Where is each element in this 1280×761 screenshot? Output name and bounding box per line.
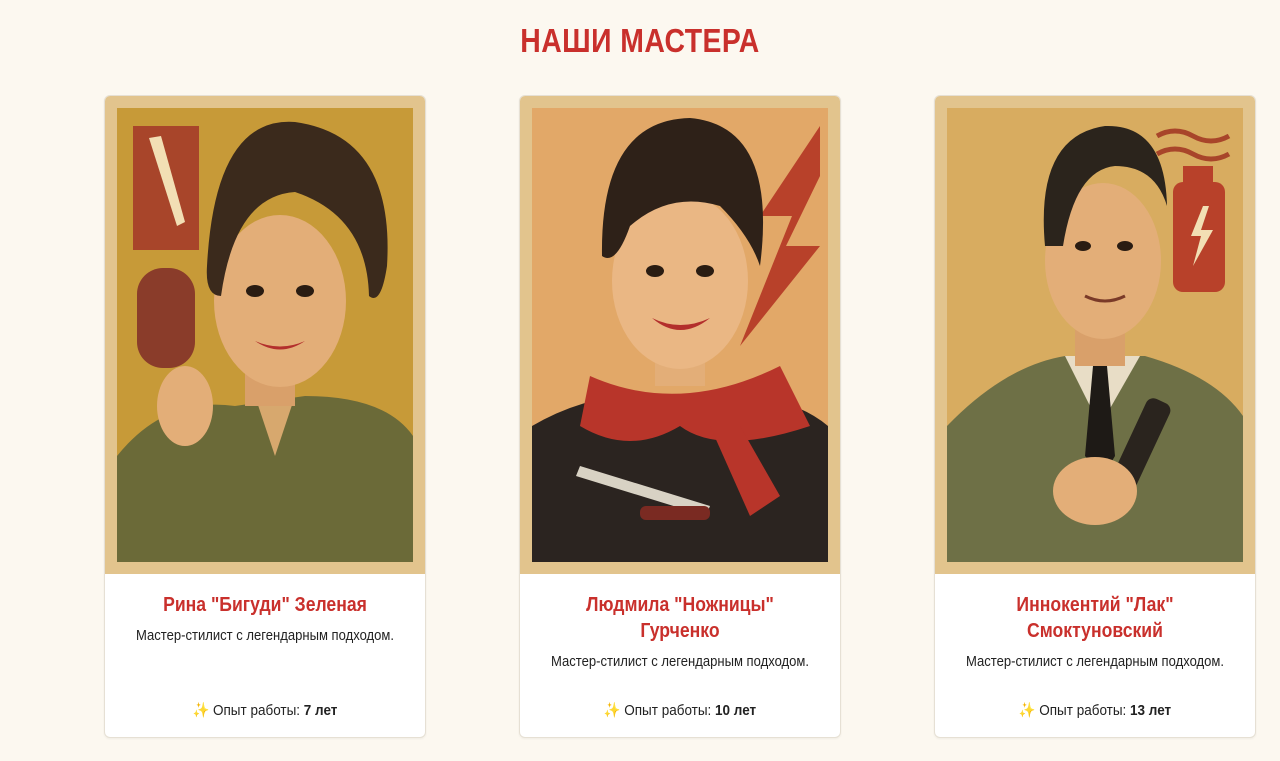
master-description: Мастер-стилист с легендарным подходом. <box>965 654 1225 670</box>
section-title: НАШИ МАСТЕРА <box>520 22 760 59</box>
sparkle-icon: ✨ <box>603 702 621 719</box>
master-description: Мастер-стилист с легендарным подходом. <box>135 628 395 644</box>
master-portrait <box>520 96 840 574</box>
master-name: Рина "Бигуди" Зеленая <box>163 594 367 616</box>
master-description: Мастер-стилист с легендарным подходом. <box>550 654 810 670</box>
experience-label: Опыт работы: <box>624 702 712 719</box>
sparkle-icon: ✨ <box>1018 702 1036 719</box>
master-portrait <box>105 96 425 574</box>
master-name: Иннокентий "Лак" Смоктуновский <box>1016 594 1174 642</box>
experience-value: 10 лет <box>715 702 757 719</box>
master-experience: ✨ Опыт работы: 7 лет <box>121 701 409 719</box>
master-experience: ✨ Опыт работы: 13 лет <box>951 701 1239 719</box>
experience-label: Опыт работы: <box>212 702 301 719</box>
sparkle-icon: ✨ <box>192 702 210 719</box>
master-portrait <box>935 96 1255 574</box>
master-name: Людмила "Ножницы" Гурченко <box>586 594 774 642</box>
master-card[interactable]: Рина "Бигуди" Зеленая Мастер-стилист с л… <box>104 95 426 738</box>
experience-label: Опыт работы: <box>1039 702 1127 719</box>
experience-value: 7 лет <box>303 702 338 719</box>
master-card[interactable]: Иннокентий "Лак" Смоктуновский Мастер-ст… <box>934 95 1256 738</box>
master-card[interactable]: Людмила "Ножницы" Гурченко Мастер-стилис… <box>519 95 841 738</box>
experience-value: 13 лет <box>1130 702 1172 719</box>
master-experience: ✨ Опыт работы: 10 лет <box>536 701 824 719</box>
